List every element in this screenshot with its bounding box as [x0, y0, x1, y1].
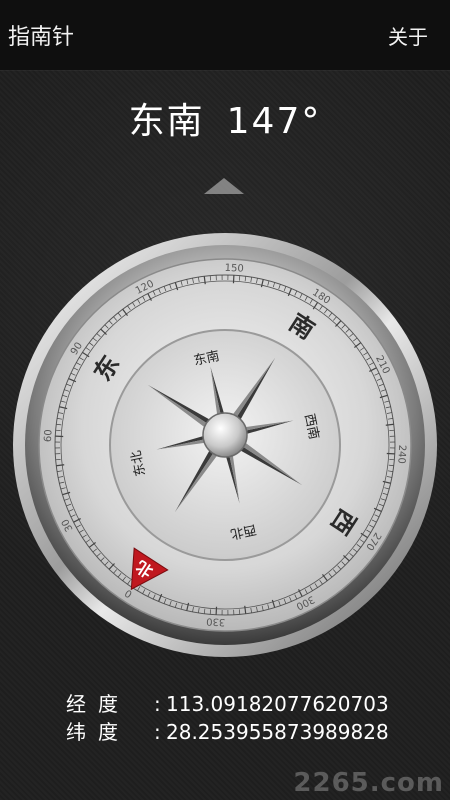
- app-bar: 指南针 关于: [0, 0, 450, 70]
- longitude-label: 经度: [66, 692, 130, 716]
- compass-svg: 0306090120150180210240270300330 南西东 东南西南…: [13, 233, 437, 657]
- heading-degrees: 147°: [226, 101, 322, 142]
- about-button[interactable]: 关于: [388, 21, 428, 50]
- coordinates-panel: 经度 : 113.09182077620703 纬度 : 28.25395587…: [66, 690, 446, 746]
- latitude-colon: :: [154, 720, 161, 744]
- longitude-value: 113.09182077620703: [166, 692, 389, 716]
- heading-direction: 东南: [128, 101, 205, 142]
- compass-dial[interactable]: 0 30 60 90 120 150 180 210 240 270 300 330 南西东 东南 西南…: [12, 232, 438, 658]
- tick-label: 240: [395, 444, 407, 464]
- tick-label: 330: [206, 615, 226, 627]
- latitude-label: 纬度: [66, 720, 130, 744]
- compass-screen: 指南针 关于 东南 147° 0 30 60 90 120 150 180 21…: [0, 0, 450, 800]
- heading-pointer-icon: [204, 178, 244, 194]
- tick-label: 150: [224, 263, 244, 275]
- latitude-value: 28.253955873989828: [166, 720, 389, 744]
- longitude-row: 经度 : 113.09182077620703: [66, 690, 446, 718]
- center-hub-icon: [202, 412, 248, 458]
- latitude-row: 纬度 : 28.253955873989828: [66, 718, 446, 746]
- tick-label: 60: [43, 429, 55, 442]
- app-title: 指南针: [8, 25, 75, 50]
- longitude-colon: :: [154, 692, 161, 716]
- watermark-logo: 2265.com: [293, 768, 444, 798]
- heading-readout: 东南 147°: [0, 92, 450, 144]
